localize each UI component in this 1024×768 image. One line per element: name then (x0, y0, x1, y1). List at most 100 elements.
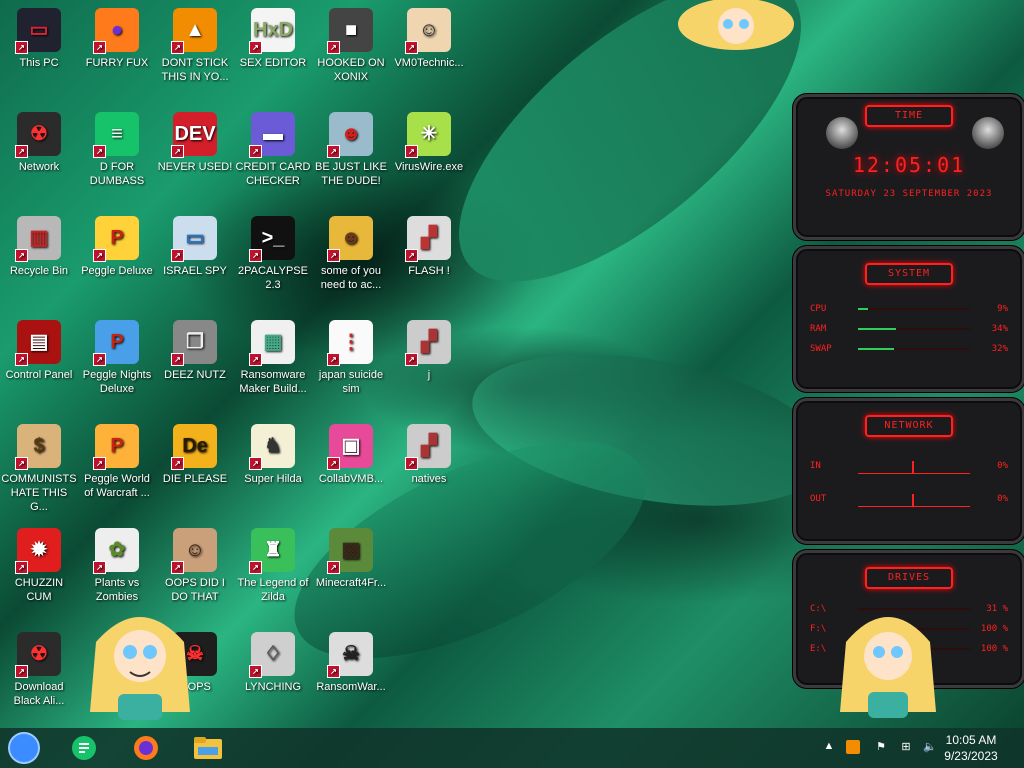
desktop-icon[interactable]: ♜ ↗ The Legend of Zilda (235, 522, 311, 622)
network-widget-title: NETWORK (865, 415, 953, 437)
shortcut-arrow-icon: ↗ (327, 145, 340, 158)
shortcut-arrow-icon: ↗ (171, 249, 184, 262)
desktop-icon-label: j (427, 369, 431, 381)
sys-row: SWAP 32% (796, 339, 1022, 359)
desktop-icon-label: SEX EDITOR (239, 57, 307, 69)
sys-row: RAM 34% (796, 319, 1022, 339)
desktop-icon[interactable]: >_ ↗ 2PACALYPSE 2.3 (235, 210, 311, 310)
app-icon: P ↗ (93, 320, 139, 366)
app-icon: ✳ ↗ (405, 112, 451, 158)
widget-row-value: 100 % (980, 624, 1008, 634)
desktop-icon[interactable]: ≡ ↗ D FOR DUMBASS (79, 106, 155, 206)
desktop-icon[interactable]: ☢ ↗ Network (1, 106, 77, 206)
desktop-icon-label: OOPS DID I DO THAT (165, 577, 225, 603)
shortcut-arrow-icon: ↗ (405, 353, 418, 366)
shortcut-arrow-icon: ↗ (249, 353, 262, 366)
desktop-icon[interactable]: ❐ ↗ DEEZ NUTZ (157, 314, 233, 414)
desktop-icon[interactable]: ✳ ↗ VirusWire.exe (391, 106, 467, 206)
desktop-icon[interactable]: ☺ ↗ VM0Technic... (391, 2, 467, 102)
action-center-flag-icon[interactable]: ⚑ (874, 740, 888, 754)
desktop-icon[interactable]: ☻ ↗ some of you need to ac... (313, 210, 389, 310)
shortcut-arrow-icon: ↗ (327, 353, 340, 366)
desktop-icon[interactable]: ☠ ↗ RansomWar... (313, 626, 389, 726)
app-icon: ☢ ↗ (15, 112, 61, 158)
desktop-icon[interactable]: ▩ ↗ Minecraft4Fr... (313, 522, 389, 622)
traffic-spike (911, 494, 914, 506)
desktop-icon[interactable]: ⋮ ↗ japan suicide sim (313, 314, 389, 414)
app-icon: ▤ ↗ (15, 320, 61, 366)
shortcut-arrow-icon: ↗ (171, 457, 184, 470)
tray-app-icon[interactable] (846, 740, 860, 754)
desktop-icon[interactable]: ▞ ↗ natives (391, 418, 467, 518)
shortcut-arrow-icon: ↗ (93, 249, 106, 262)
shortcut-arrow-icon: ↗ (405, 457, 418, 470)
desktop-icon-label: Peggle Nights Deluxe (82, 369, 152, 395)
desktop-icon-label: FURRY FUX (85, 57, 149, 69)
desktop-icon[interactable]: ▦ ↗ Ransomware Maker Build... (235, 314, 311, 414)
system-widget-rows: CPU 9% RAM 34% SWAP 32% (796, 299, 1022, 359)
network-icon[interactable]: ⊞ (899, 740, 913, 754)
character-sticker (676, 0, 796, 56)
firefox-icon (134, 736, 158, 760)
shortcut-arrow-icon: ↗ (327, 457, 340, 470)
desktop-icon[interactable]: ▥ ↗ Recycle Bin (1, 210, 77, 310)
taskbar-app-file-explorer[interactable] (192, 732, 224, 764)
widget-row-value: 0% (997, 493, 1008, 504)
net-row: IN 0% (796, 449, 1022, 482)
show-hidden-icons-chevron-up-icon[interactable]: ▲ (822, 740, 836, 754)
desktop-icon-label: VM0Technic... (394, 57, 464, 69)
shortcut-arrow-icon: ↗ (249, 561, 262, 574)
app-icon: ✹ ↗ (15, 528, 61, 574)
shortcut-arrow-icon: ↗ (249, 457, 262, 470)
shortcut-arrow-icon: ↗ (171, 353, 184, 366)
taskbar-app-firefox[interactable] (130, 732, 162, 764)
volume-icon[interactable]: 🔈 (923, 740, 937, 754)
start-button[interactable] (8, 732, 40, 764)
desktop-icon[interactable]: ▞ ↗ FLASH ! (391, 210, 467, 310)
shortcut-arrow-icon: ↗ (405, 249, 418, 262)
widget-row-value: 100 % (980, 644, 1008, 654)
shortcut-arrow-icon: ↗ (93, 457, 106, 470)
network-widget: NETWORK IN 0% OUT 0% (793, 398, 1024, 544)
desktop-icon[interactable]: ▬ ↗ CREDIT CARD CHECKER (235, 106, 311, 206)
desktop-icon[interactable]: ♞ ↗ Super Hilda (235, 418, 311, 518)
desktop-icon[interactable]: HxD ↗ SEX EDITOR (235, 2, 311, 102)
app-icon: P ↗ (93, 216, 139, 262)
widget-row-key: SWAP (810, 344, 832, 354)
desktop-icon[interactable]: ● ↗ FURRY FUX (79, 2, 155, 102)
shortcut-arrow-icon: ↗ (327, 249, 340, 262)
app-icon: DEV ↗ (171, 112, 217, 158)
desktop-icon-label: japan suicide sim (318, 369, 384, 395)
desktop-icon[interactable]: P ↗ Peggle Deluxe (79, 210, 155, 310)
desktop-icon-label: This PC (19, 57, 59, 69)
desktop-icon[interactable]: De ↗ DIE PLEASE (157, 418, 233, 518)
desktop-icon[interactable]: DEV ↗ NEVER USED! (157, 106, 233, 206)
desktop-icon[interactable]: P ↗ Peggle Nights Deluxe (79, 314, 155, 414)
desktop-icon[interactable]: $ ↗ COMMUNISTS HATE THIS G... (1, 418, 77, 518)
app-icon: ■ ↗ (327, 8, 373, 54)
desktop-icon[interactable]: ▣ ↗ CollabVMB... (313, 418, 389, 518)
desktop-icon[interactable]: ♢ ↗ LYNCHING (235, 626, 311, 726)
shortcut-arrow-icon: ↗ (15, 145, 28, 158)
desktop-icon[interactable]: P ↗ Peggle World of Warcraft ... (79, 418, 155, 518)
desktop-icon-label: VirusWire.exe (394, 161, 464, 173)
desktop-icon[interactable]: ▲ ↗ DONT STICK THIS IN YO... (157, 2, 233, 102)
taskbar-clock[interactable]: 10:05 AM 9/23/2023 (936, 732, 1006, 764)
system-widget: SYSTEM CPU 9% RAM 34% SWAP 32% (793, 246, 1024, 392)
traffic-graph (858, 490, 970, 507)
alien-head-icon (972, 117, 1004, 149)
app-icon: De ↗ (171, 424, 217, 470)
taskbar-app-green[interactable] (68, 732, 100, 764)
desktop-icon[interactable]: ■ ↗ HOOKED ON XONIX (313, 2, 389, 102)
desktop-icon-label: NEVER USED! (157, 161, 233, 173)
desktop-icon[interactable]: ▭ ↗ ISRAEL SPY (157, 210, 233, 310)
app-icon: ▞ ↗ (405, 216, 451, 262)
desktop-icon[interactable]: ▭ ↗ This PC (1, 2, 77, 102)
desktop-icon[interactable]: ▞ ↗ j (391, 314, 467, 414)
desktop-icon[interactable]: ✹ ↗ CHUZZIN CUM (1, 522, 77, 622)
desktop-icon[interactable]: ☢ ↗ Download Black Ali... (1, 626, 77, 726)
shortcut-arrow-icon: ↗ (327, 41, 340, 54)
desktop-icon[interactable]: ▤ ↗ Control Panel (1, 314, 77, 414)
app-icon: ☺ ↗ (171, 528, 217, 574)
desktop-icon[interactable]: ☻ ↗ BE JUST LIKE THE DUDE! (313, 106, 389, 206)
